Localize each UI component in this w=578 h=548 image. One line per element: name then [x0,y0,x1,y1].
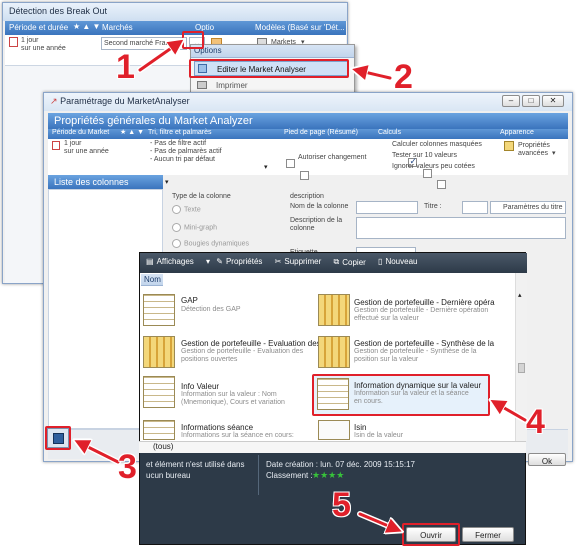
arrow-4 [494,402,527,422]
arrow-1 [138,42,180,72]
arrow-3 [78,442,120,464]
annotation-number-3: 3 [118,448,137,486]
arrow-5 [358,512,398,530]
annotation-number-2: 2 [394,58,413,96]
annotation-number-1: 1 [116,48,135,86]
annotation-number-5: 5 [332,486,351,524]
annotation-arrows [0,0,528,548]
annotation-number-4: 4 [526,403,545,441]
